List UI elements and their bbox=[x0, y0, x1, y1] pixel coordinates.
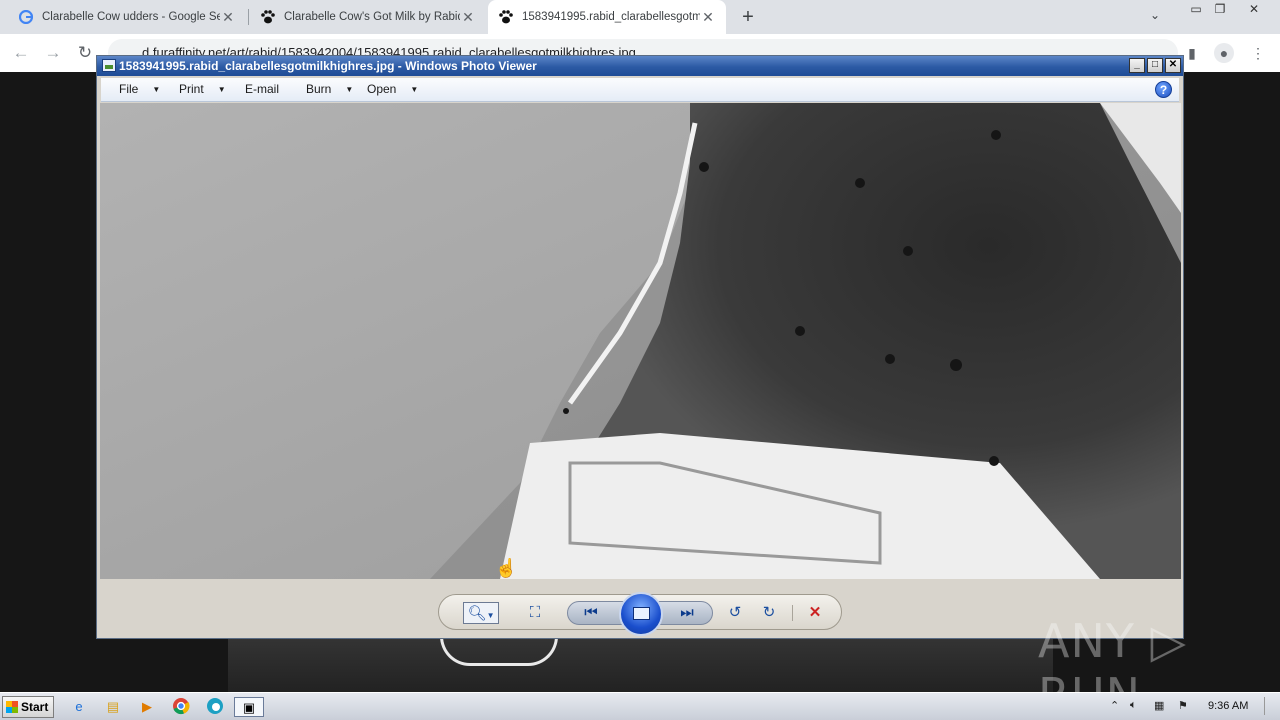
volume-icon[interactable]: 🔈︎ bbox=[1130, 699, 1137, 712]
skip-next-icon: ⏭ bbox=[680, 604, 694, 621]
fit-window-icon: ⛶ bbox=[529, 604, 541, 621]
tray-expand-icon[interactable]: ⌃ bbox=[1110, 699, 1119, 712]
photo-viewer-task-icon[interactable]: ▣ bbox=[234, 697, 264, 717]
side-panel-icon[interactable]: ▮ bbox=[1182, 43, 1202, 63]
close-window-icon[interactable]: ✕ bbox=[1242, 0, 1266, 18]
close-icon[interactable]: ✕ bbox=[1165, 58, 1181, 73]
minimize-icon[interactable]: ▭ bbox=[1184, 0, 1208, 18]
browser-tabstrip: Clarabelle Cow udders - Google Search ✕ … bbox=[0, 0, 1280, 34]
photo-viewer-controls: 🔍︎▼ ⛶ ⏮ ⏭ ↺ ↻ ✕ bbox=[438, 592, 842, 636]
close-icon[interactable]: ✕ bbox=[700, 9, 716, 26]
caret-down-icon: ▼ bbox=[217, 85, 226, 94]
show-desktop-button[interactable] bbox=[1264, 697, 1276, 715]
paw-icon bbox=[498, 9, 514, 25]
actual-size-button[interactable]: ⛶ bbox=[523, 602, 547, 624]
windows-logo-icon bbox=[6, 701, 18, 713]
tab-title: 1583941995.rabid_clarabellesgotmilkhighr… bbox=[522, 11, 700, 23]
close-icon[interactable]: ✕ bbox=[460, 9, 476, 26]
folder-icon[interactable]: ▤ bbox=[102, 697, 124, 717]
photo-display[interactable] bbox=[100, 103, 1181, 579]
windows-taskbar: Start e ▤ ▶ ▣ ⌃ 🔈︎ ▦ ⚑ 9:36 AM bbox=[0, 692, 1280, 720]
forward-icon[interactable]: → bbox=[42, 42, 64, 64]
menu-print[interactable]: Print ▼ bbox=[179, 82, 226, 96]
paw-icon bbox=[260, 9, 276, 25]
magnifier-icon: 🔍︎ bbox=[467, 605, 487, 622]
reload-icon[interactable]: ↻ bbox=[74, 42, 96, 64]
background-image-detail bbox=[440, 636, 558, 666]
menu-label: Print bbox=[179, 82, 204, 96]
rotate-counterclockwise-button[interactable]: ↺ bbox=[723, 602, 747, 624]
menu-burn[interactable]: Burn ▼ bbox=[306, 82, 353, 96]
menu-email[interactable]: E-mail bbox=[245, 82, 279, 96]
next-button[interactable]: ⏭ bbox=[675, 602, 699, 624]
delete-button[interactable]: ✕ bbox=[803, 602, 827, 624]
taskbar-clock[interactable]: 9:36 AM bbox=[1208, 700, 1248, 712]
tab-google-search[interactable]: Clarabelle Cow udders - Google Search ✕ bbox=[8, 0, 246, 34]
rotate-right-icon: ↻ bbox=[762, 604, 776, 621]
ie-icon[interactable]: e bbox=[68, 697, 90, 717]
divider bbox=[792, 605, 793, 621]
window-title: 1583941995.rabid_clarabellesgotmilkhighr… bbox=[119, 59, 537, 73]
slideshow-icon bbox=[633, 607, 650, 620]
help-icon[interactable]: ? bbox=[1155, 81, 1172, 98]
menu-open[interactable]: Open ▼ bbox=[367, 82, 418, 96]
new-tab-button[interactable]: + bbox=[736, 5, 760, 29]
zoom-button[interactable]: 🔍︎▼ bbox=[463, 602, 499, 624]
menu-label: E-mail bbox=[245, 82, 280, 96]
chrome-icon[interactable] bbox=[170, 697, 192, 717]
hand-cursor-icon: ☝ bbox=[495, 558, 518, 578]
photo-viewer-titlebar[interactable]: 1583941995.rabid_clarabellesgotmilkhighr… bbox=[97, 56, 1183, 76]
slideshow-button[interactable] bbox=[619, 592, 663, 636]
maximize-icon[interactable]: □ bbox=[1147, 58, 1163, 73]
network-icon[interactable]: ▦ bbox=[1154, 699, 1164, 712]
menu-kebab-icon[interactable]: ⋮ bbox=[1248, 43, 1268, 63]
caret-down-icon: ▼ bbox=[152, 85, 161, 94]
tab-title: Clarabelle Cow's Got Milk by Rabid -- Fu… bbox=[284, 11, 460, 23]
tab-image-active[interactable]: 1583941995.rabid_clarabellesgotmilkhighr… bbox=[488, 0, 726, 34]
delete-x-icon: ✕ bbox=[808, 604, 822, 621]
start-label: Start bbox=[21, 700, 49, 714]
tab-title: Clarabelle Cow udders - Google Search bbox=[42, 11, 220, 23]
menu-label: Open bbox=[367, 82, 397, 96]
minimize-icon[interactable]: _ bbox=[1129, 58, 1145, 73]
tab-search-icon[interactable]: ⌄ bbox=[1150, 8, 1160, 22]
photo-viewer-window: 1583941995.rabid_clarabellesgotmilkhighr… bbox=[96, 55, 1184, 639]
rotate-left-icon: ↺ bbox=[728, 604, 742, 621]
action-center-flag-icon[interactable]: ⚑ bbox=[1178, 699, 1188, 712]
previous-button[interactable]: ⏮ bbox=[579, 602, 603, 624]
tab-fur-affinity[interactable]: Clarabelle Cow's Got Milk by Rabid -- Fu… bbox=[250, 0, 486, 34]
photo-image bbox=[100, 103, 1181, 579]
menu-label: Burn bbox=[306, 82, 332, 96]
start-button[interactable]: Start bbox=[2, 696, 54, 718]
restore-icon[interactable]: ❐ bbox=[1208, 0, 1232, 18]
tab-separator bbox=[248, 9, 249, 25]
menu-label: File bbox=[119, 82, 139, 96]
skip-previous-icon: ⏮ bbox=[584, 604, 598, 621]
google-icon bbox=[18, 9, 34, 25]
profile-avatar-icon[interactable]: ● bbox=[1214, 43, 1234, 63]
photo-viewer-icon bbox=[102, 59, 116, 72]
caret-down-icon: ▼ bbox=[486, 611, 495, 620]
rotate-clockwise-button[interactable]: ↻ bbox=[757, 602, 781, 624]
caret-down-icon: ▼ bbox=[410, 85, 419, 94]
caret-down-icon: ▼ bbox=[345, 85, 354, 94]
back-icon[interactable]: ← bbox=[10, 42, 32, 64]
close-icon[interactable]: ✕ bbox=[220, 9, 236, 26]
media-player-icon[interactable]: ▶ bbox=[136, 697, 158, 717]
menu-file[interactable]: File ▼ bbox=[119, 82, 160, 96]
photo-viewer-menubar: File ▼ Print ▼ E-mail Burn ▼ Open ▼ ? bbox=[101, 78, 1179, 102]
edge-icon[interactable] bbox=[204, 697, 226, 717]
